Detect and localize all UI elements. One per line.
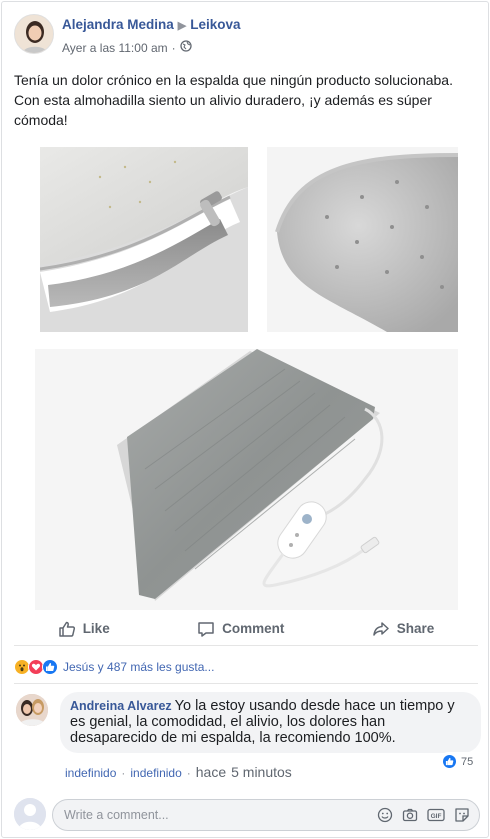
- post-action-bar: Like Comment Share: [14, 612, 478, 646]
- share-label: Share: [396, 621, 435, 636]
- post-photo-heating-pad[interactable]: [35, 349, 458, 610]
- sticker-icon[interactable]: [454, 807, 470, 823]
- post-card: Alejandra Medina ▶ Leikova Ayer a las 11:0…: [1, 1, 489, 838]
- post-author-line: Alejandra Medina ▶ Leikova: [62, 17, 241, 32]
- like-label: Like: [82, 621, 110, 636]
- share-icon: [372, 620, 390, 638]
- comment-like-count[interactable]: 75: [439, 752, 477, 771]
- current-user-avatar: [14, 798, 46, 830]
- meta-separator: ·: [171, 40, 176, 55]
- arrow-right-icon: ▶: [177, 20, 187, 32]
- comment-time-prefix: hace: [195, 764, 227, 780]
- reactions-text[interactable]: Jesús y 487 más les gusta...: [63, 660, 214, 674]
- post-meta: Ayer a las 11:00 am ·: [62, 40, 192, 55]
- composer-tools: GIF: [377, 807, 470, 823]
- comment-meta: indefinido · indefinido · hace 5 minutos: [65, 764, 292, 780]
- comment-label: Comment: [222, 621, 285, 636]
- comment-composer[interactable]: GIF: [52, 799, 480, 831]
- emoji-icon[interactable]: [377, 807, 393, 823]
- comment-time: 5 minutos: [231, 764, 292, 780]
- meta-dot: ·: [121, 766, 126, 780]
- commenter-avatar[interactable]: [16, 694, 48, 726]
- commenter-name[interactable]: Andreina Alvarez: [70, 699, 172, 713]
- comment-button[interactable]: Comment: [197, 620, 284, 638]
- like-icon: [58, 620, 76, 638]
- share-button[interactable]: Share: [372, 620, 435, 638]
- meta-dot: ·: [186, 766, 191, 780]
- svg-text:GIF: GIF: [431, 813, 442, 820]
- comment-like-number: 75: [461, 755, 474, 768]
- like-button[interactable]: Like: [58, 620, 110, 638]
- comment-icon: [197, 620, 215, 638]
- post-timestamp[interactable]: Ayer a las 11:00 am: [62, 41, 168, 55]
- target-page-name[interactable]: Leikova: [190, 17, 240, 32]
- globe-icon: [179, 40, 192, 55]
- comment-action-1[interactable]: indefinido: [65, 766, 116, 780]
- comments-divider: [14, 683, 478, 684]
- author-name[interactable]: Alejandra Medina: [62, 17, 174, 32]
- post-body-text: Tenía un dolor crónico en la espalda que…: [14, 72, 453, 128]
- comment-input[interactable]: [64, 808, 354, 822]
- author-avatar[interactable]: [14, 14, 54, 54]
- reactions-summary[interactable]: Jesús y 487 más les gusta...: [14, 658, 214, 676]
- comment-bubble: Andreina Alvarez Yo la estoy usando desde…: [60, 692, 481, 753]
- like-reaction-icon: [442, 754, 457, 769]
- comment-action-2[interactable]: indefinido: [130, 766, 181, 780]
- post-photo-plush[interactable]: [267, 147, 458, 332]
- like-reaction-icon: [42, 659, 58, 675]
- gif-icon[interactable]: GIF: [427, 807, 445, 823]
- camera-icon[interactable]: [402, 807, 418, 823]
- post-photo-zipper[interactable]: [40, 147, 248, 332]
